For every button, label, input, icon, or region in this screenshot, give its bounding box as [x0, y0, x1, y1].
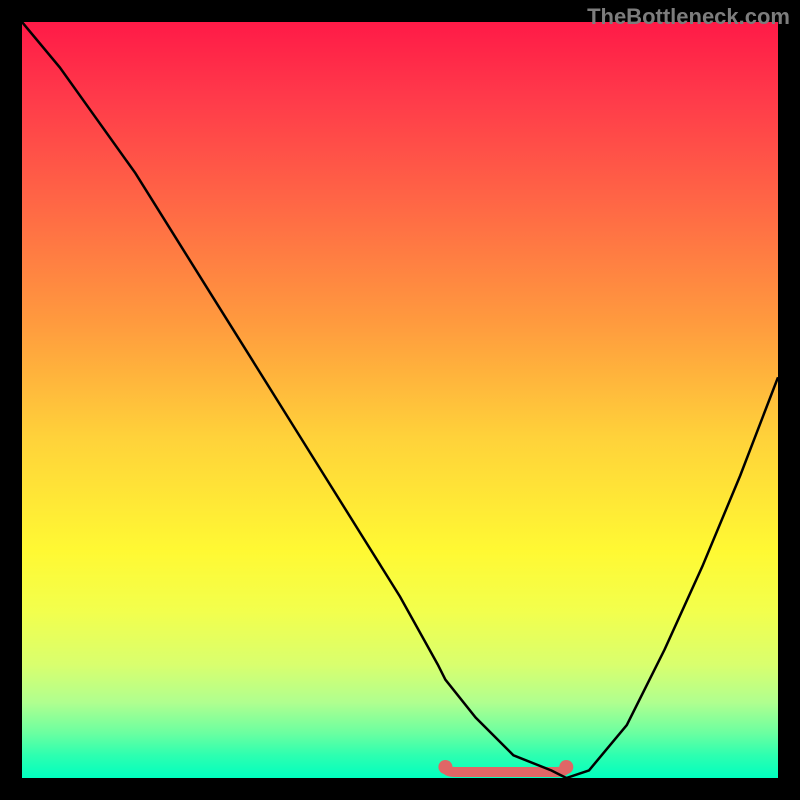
curve-svg	[22, 22, 778, 778]
marker-dot-end	[559, 760, 573, 774]
bottleneck-curve-path	[22, 22, 778, 778]
bottleneck-chart: TheBottleneck.com	[0, 0, 800, 800]
plot-area	[22, 22, 778, 778]
watermark-text: TheBottleneck.com	[587, 4, 790, 30]
